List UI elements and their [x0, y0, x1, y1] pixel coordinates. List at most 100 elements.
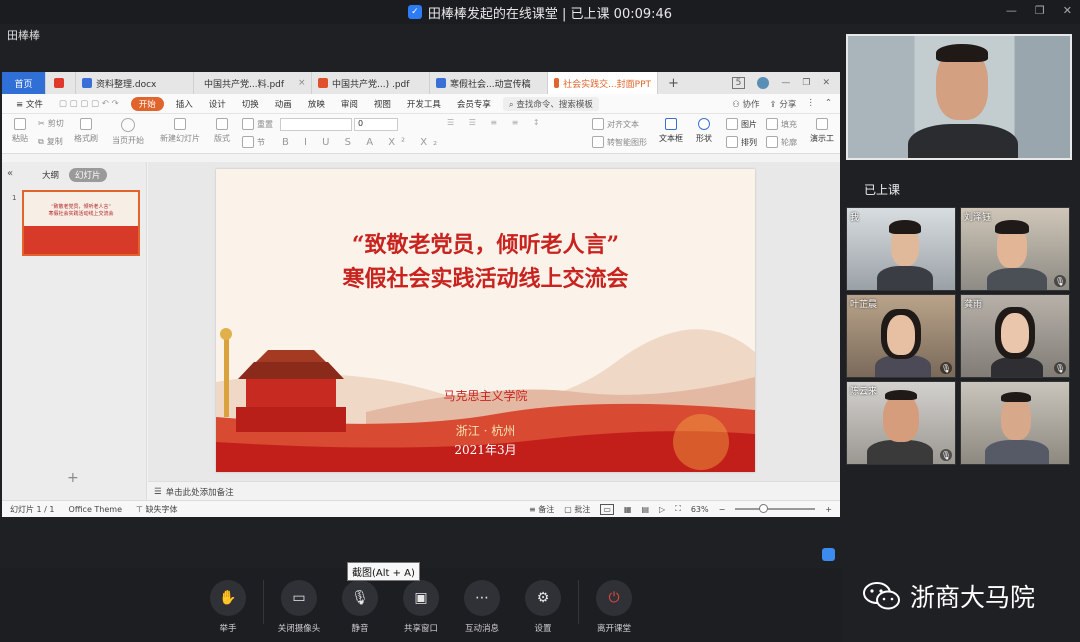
- notes-toggle[interactable]: ≡ 备注: [529, 504, 554, 515]
- share-button[interactable]: ⇪ 分享: [770, 98, 797, 110]
- slide[interactable]: “致敬老党员，倾听老人言” 寒假社会实践活动线上交流会 马克思主义学院 浙江 ·…: [216, 169, 755, 472]
- camera-off-button[interactable]: ▭ 关闭摄像头: [269, 580, 329, 634]
- tab-count-badge[interactable]: 5: [731, 77, 746, 89]
- theme-name: Office Theme: [68, 504, 123, 514]
- zoom-slider-knob[interactable]: [759, 504, 769, 513]
- close-icon[interactable]: ✕: [1063, 4, 1072, 17]
- host-video[interactable]: [846, 34, 1072, 160]
- menu-design[interactable]: 设计: [201, 98, 234, 110]
- collapse-pane-icon[interactable]: «: [7, 168, 13, 179]
- raise-hand-button[interactable]: ✋ 举手: [198, 580, 258, 634]
- close-icon[interactable]: ✕: [822, 78, 830, 88]
- menu-start[interactable]: 开始: [130, 96, 164, 111]
- picture-button[interactable]: 图片: [726, 118, 757, 130]
- mute-button[interactable]: 🎙 静音: [330, 580, 390, 634]
- participant-tile[interactable]: 龚雨 🎙: [960, 294, 1070, 378]
- new-slide-button[interactable]: 新建幻灯片: [160, 118, 200, 144]
- arrange-button[interactable]: 排列: [726, 136, 757, 148]
- menu-insert[interactable]: 插入: [168, 98, 201, 110]
- slide-thumbnail[interactable]: “致敬老党员，倾听老人言” 寒假社会实践活动线上交流会: [22, 190, 140, 256]
- align-text-button[interactable]: 对齐文本: [592, 118, 639, 130]
- menu-slideshow[interactable]: 放映: [300, 98, 333, 110]
- notes-area[interactable]: ☰ 单击此处添加备注: [148, 481, 840, 501]
- section-button[interactable]: 节: [242, 136, 265, 148]
- tab-doc-2[interactable]: 中国共产党...料.pdf ×: [194, 72, 312, 94]
- add-slide-button[interactable]: +: [67, 470, 79, 486]
- zoom-level[interactable]: 63%: [691, 505, 709, 514]
- shape-button[interactable]: 形状: [696, 118, 712, 144]
- tab-doc-3[interactable]: 中国共产党...) .pdf: [312, 72, 430, 94]
- play-from-current-button[interactable]: 当页开始: [112, 118, 144, 146]
- chat-bubble-icon[interactable]: [822, 548, 835, 561]
- participant-tile[interactable]: 我: [846, 207, 956, 291]
- collab-button[interactable]: ⚇ 协作: [732, 98, 759, 110]
- leave-class-button[interactable]: ⏻ 离开课堂: [584, 580, 644, 634]
- font-family-select[interactable]: [280, 118, 352, 131]
- slide-location: 浙江 · 杭州: [455, 424, 516, 438]
- more-icon[interactable]: ⋮: [806, 98, 815, 110]
- slides-toggle[interactable]: 幻灯片: [69, 168, 107, 182]
- font-style-buttons[interactable]: B I U S A X² X₂: [282, 137, 443, 148]
- restore-icon[interactable]: ❐: [802, 78, 810, 88]
- copy-button[interactable]: ⧉ 复制: [38, 136, 63, 147]
- menu-member[interactable]: 会员专享: [449, 98, 499, 110]
- comment-toggle[interactable]: ▢ 批注: [564, 504, 590, 515]
- tab-home[interactable]: 首页: [2, 72, 46, 94]
- presenter-tools-button[interactable]: 演示工: [810, 118, 834, 144]
- close-tab-icon[interactable]: ×: [298, 78, 306, 88]
- slideshow-icon[interactable]: ▷: [659, 505, 665, 514]
- format-painter-button[interactable]: 格式刷: [74, 118, 98, 144]
- sorter-view-icon[interactable]: ▦: [624, 505, 632, 514]
- minimize-icon[interactable]: —: [781, 78, 790, 88]
- play-icon: [121, 118, 135, 132]
- new-tab-button[interactable]: +: [658, 72, 689, 94]
- avatar[interactable]: [757, 77, 770, 89]
- cut-button[interactable]: ✂ 剪切: [38, 118, 64, 129]
- share-window-button[interactable]: ▣ 共享窗口: [391, 580, 451, 634]
- toolbar-divider: [578, 580, 579, 624]
- tab-wps-logo[interactable]: [46, 72, 76, 94]
- message-icon: ⋯: [464, 580, 500, 616]
- fit-window-icon[interactable]: ⛶: [675, 504, 681, 514]
- menu-file[interactable]: ≡ 文件: [8, 98, 51, 110]
- outline-button[interactable]: 轮廓: [766, 136, 797, 148]
- settings-button[interactable]: ⚙ 设置: [513, 580, 573, 634]
- tab-doc-1[interactable]: 资料整理.docx: [76, 72, 194, 94]
- text-box-button[interactable]: 文本框: [659, 118, 683, 144]
- zoom-out-icon[interactable]: −: [719, 505, 726, 514]
- font-size-select[interactable]: 0: [354, 118, 398, 131]
- participant-tile[interactable]: 陈云来 🎙: [846, 381, 956, 465]
- paste-button[interactable]: 粘贴: [12, 118, 28, 144]
- chevron-up-icon[interactable]: ⌃: [825, 98, 832, 110]
- paragraph-buttons[interactable]: ☰ ☰ ≡ ≡ ↕: [447, 118, 546, 127]
- smart-art-button[interactable]: 转智能图形: [592, 136, 647, 148]
- zoom-slider[interactable]: [735, 504, 816, 513]
- interact-message-button[interactable]: ⋯ 互动消息: [452, 580, 512, 634]
- person-hair: [995, 220, 1029, 234]
- fill-button[interactable]: 填充: [766, 118, 797, 130]
- zoom-in-icon[interactable]: +: [825, 505, 832, 514]
- outline-toggle[interactable]: 大纲: [42, 169, 59, 181]
- normal-view-icon[interactable]: ▭: [600, 503, 614, 515]
- missing-font-button[interactable]: ⊤ 缺失字体: [136, 504, 178, 515]
- participant-tile[interactable]: 叶芷晨 🎙: [846, 294, 956, 378]
- menu-review[interactable]: 审阅: [333, 98, 366, 110]
- participant-tile[interactable]: 刘泽钰 🎙: [960, 207, 1070, 291]
- participant-tile[interactable]: [960, 381, 1070, 465]
- menu-view[interactable]: 视图: [366, 98, 399, 110]
- command-search[interactable]: ⌕ 查找命令、搜索模板: [502, 96, 599, 111]
- layout-button[interactable]: 版式: [214, 118, 230, 144]
- menu-animation[interactable]: 动画: [267, 98, 300, 110]
- tab-doc-5[interactable]: 社会实践交...封面PPT: [548, 72, 658, 94]
- maximize-icon[interactable]: ❐: [1035, 4, 1045, 17]
- quick-access-icons[interactable]: ▢ ▢ ▢ ▢ ↶ ↷: [51, 99, 127, 109]
- ribbon-label: 排列: [741, 137, 757, 147]
- menu-transition[interactable]: 切换: [234, 98, 267, 110]
- pane-view-toggle: 大纲 幻灯片: [42, 168, 107, 182]
- tab-doc-4[interactable]: 寒假社会...动宣传稿: [430, 72, 548, 94]
- reset-button[interactable]: 重置: [242, 118, 273, 130]
- reading-view-icon[interactable]: ▤: [641, 505, 649, 514]
- minimize-icon[interactable]: —: [1006, 4, 1017, 17]
- mic-muted-icon: 🎙: [940, 362, 952, 374]
- menu-devtools[interactable]: 开发工具: [399, 98, 449, 110]
